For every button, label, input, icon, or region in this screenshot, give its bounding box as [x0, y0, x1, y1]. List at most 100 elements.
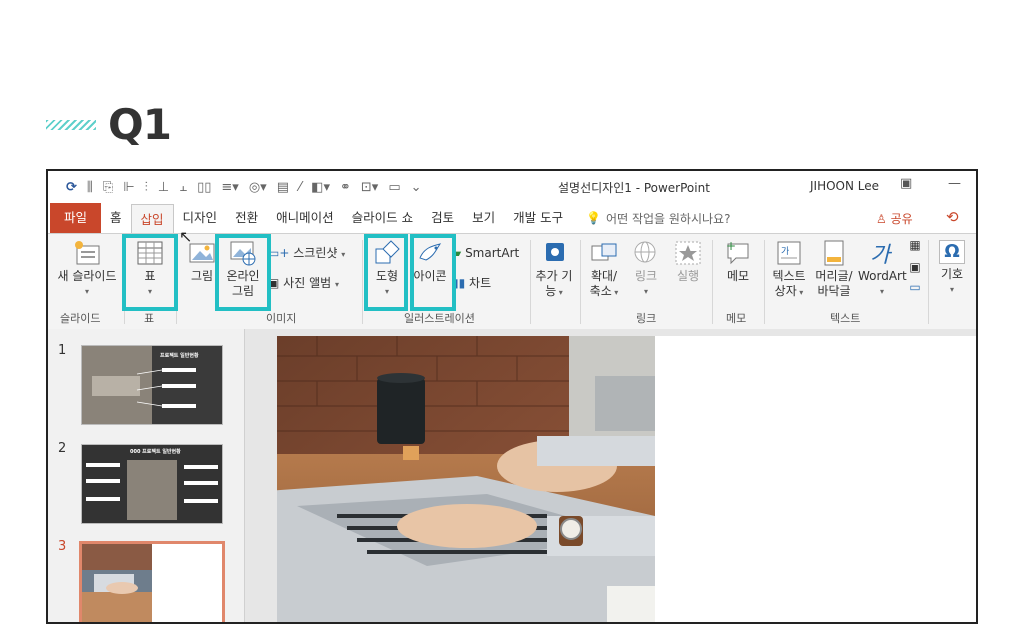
slide-editing-area	[245, 329, 976, 622]
chevron-down-icon: ▾	[611, 288, 619, 297]
group-label-images: 이미지	[266, 312, 297, 325]
addins-label-1: 추가 기	[535, 269, 573, 283]
smartart-button[interactable]: ▰ SmartArt	[452, 246, 524, 261]
new-slide-icon	[73, 240, 101, 266]
link-button[interactable]: 링크 ▾	[626, 240, 666, 299]
smartart-label: SmartArt	[465, 246, 520, 260]
current-slide[interactable]	[277, 336, 976, 622]
question-title: Q1	[108, 100, 172, 149]
slide-number: 2	[58, 441, 67, 456]
picture-icon[interactable]: ⊡▾	[361, 180, 378, 195]
textbox-label-1: 텍스트	[772, 269, 806, 283]
symbol-label: 기호	[940, 267, 964, 281]
customize-icon[interactable]: ⌄	[411, 180, 422, 195]
chevron-down-icon: ▾	[879, 287, 884, 296]
tell-me-box[interactable]: 💡 어떤 작업을 원하시나요?	[586, 210, 730, 227]
chart-label: 차트	[469, 276, 492, 290]
comment-icon: +	[724, 239, 752, 266]
screenshot-label: 스크린샷	[293, 246, 338, 260]
group-label-text: 텍스트	[830, 312, 861, 325]
restore-window-icon[interactable]: ▣	[900, 176, 912, 191]
tab-slideshow[interactable]: 슬라이드 쇼	[343, 203, 422, 233]
group-separator	[928, 240, 929, 324]
slide-thumbnail-2[interactable]: 000 프로젝트 일반현황	[81, 444, 223, 524]
date-time-icon[interactable]: ▦	[906, 238, 924, 253]
textbox-icon[interactable]: ▭	[388, 180, 400, 195]
align-icon[interactable]: ⫼	[87, 180, 93, 195]
tell-me-text: 어떤 작업을 원하시나요?	[606, 211, 731, 226]
screenshot-button[interactable]: ▭+ 스크린샷 ▾	[268, 246, 358, 262]
group-separator	[764, 240, 765, 324]
chevron-down-icon: ▾	[643, 287, 648, 296]
addins-label-2: 능	[545, 284, 557, 298]
tab-transitions[interactable]: 전환	[226, 203, 267, 233]
wordart-label: WordArt	[858, 269, 907, 283]
ribbon-insert: 새 슬라이드 ▾ 표 ▾ 그림 온라인 그림 ▭+ 스크린샷 ▾ ▣ 사진 앨범…	[48, 227, 976, 330]
minimize-window-icon[interactable]: —	[948, 176, 961, 191]
shape-icon[interactable]: ◎▾	[249, 180, 267, 195]
chevron-down-icon: ▾	[84, 287, 89, 296]
list-icon[interactable]: ≡▾	[221, 180, 238, 195]
laptop-photo[interactable]	[277, 336, 655, 622]
action-button[interactable]: 실행	[668, 240, 708, 284]
paste-icon[interactable]: ⎘	[103, 180, 113, 195]
photo-album-button[interactable]: ▣ 사진 앨범 ▾	[268, 276, 358, 292]
tab-developer[interactable]: 개발 도구	[504, 203, 572, 233]
photo-album-label: 사진 앨범	[283, 276, 332, 290]
tab-home[interactable]: 홈	[101, 203, 131, 233]
history-icon[interactable]: ⟲	[946, 208, 959, 226]
zoom-button[interactable]: 확대/ 축소 ▾	[584, 240, 624, 300]
columns-icon[interactable]: ▯▯	[197, 180, 211, 195]
textbox-button[interactable]: 가 텍스트 상자 ▾	[768, 240, 810, 300]
align-center-icon[interactable]: ⊥	[158, 180, 169, 195]
chevron-down-icon: ▾	[556, 288, 563, 297]
symbol-button[interactable]: Ω 기호 ▾	[932, 240, 972, 297]
align-middle-icon[interactable]: ⫠	[179, 180, 187, 195]
hatch-decoration	[46, 119, 96, 130]
save-icon[interactable]: ⟳	[66, 180, 77, 195]
lightbulb-icon: 💡	[586, 211, 602, 225]
svg-text:+: +	[726, 240, 736, 253]
comment-button[interactable]: + 메모	[716, 239, 760, 284]
svg-text:가: 가	[870, 243, 893, 266]
tab-file[interactable]: 파일	[50, 203, 102, 233]
tab-view[interactable]: 보기	[463, 203, 504, 233]
brush-icon[interactable]: ⁄	[299, 180, 301, 195]
tab-animations[interactable]: 애니메이션	[267, 203, 343, 233]
user-name[interactable]: JIHOON Lee	[810, 179, 879, 193]
link-icon[interactable]: ⚭	[340, 180, 351, 195]
format-icon[interactable]: ⊩	[123, 180, 134, 195]
group-separator	[362, 240, 363, 324]
chart-button[interactable]: ▮▮ 차트	[452, 276, 524, 291]
addins-button[interactable]: 추가 기 능 ▾	[532, 240, 576, 300]
omega-icon: Ω	[939, 240, 965, 264]
header-footer-label-1: 머리글/	[815, 269, 853, 283]
wordart-icon: 가	[868, 240, 896, 268]
cursor-icon: ↖	[179, 227, 193, 246]
slide-number-icon[interactable]: ▣	[906, 260, 924, 275]
chevron-down-icon: ▾	[341, 250, 346, 259]
slide-thumbnail-1[interactable]: 프로젝트 일반현황	[81, 345, 223, 425]
slide-1-title: 프로젝트 일반현황	[160, 353, 199, 359]
share-button[interactable]: ♙ 공유	[876, 210, 913, 227]
share-label: 공유	[890, 212, 913, 226]
header-footer-button[interactable]: 머리글/ 바닥글	[810, 240, 858, 299]
slide-thumbnails-pane: 1 프로젝트 일반현황 2 000 프로젝트 일반현황 3	[48, 329, 245, 622]
group-label-table: 표	[144, 312, 155, 325]
doc-icon[interactable]: ▤	[277, 180, 289, 195]
slide-thumbnail-3[interactable]	[79, 541, 225, 622]
highlight-online-picture	[215, 234, 271, 311]
chevron-down-icon: ▾	[796, 288, 804, 297]
distribute-icon[interactable]: ⫶	[145, 180, 148, 195]
tab-insert[interactable]: 삽입	[130, 204, 174, 234]
powerpoint-window: ⟳ ⫼ ⎘ ⊩ ⫶ ⊥ ⫠ ▯▯ ≡▾ ◎▾ ▤ ⁄ ◧▾ ⚭ ⊡▾ ▭ ⌄ 설…	[46, 169, 978, 624]
new-slide-button[interactable]: 새 슬라이드 ▾	[52, 240, 122, 299]
layout-icon[interactable]: ◧▾	[311, 180, 330, 195]
object-icon[interactable]: ▭	[906, 280, 924, 295]
wordart-button[interactable]: 가 WordArt ▾	[858, 240, 907, 299]
tab-review[interactable]: 검토	[422, 203, 463, 233]
group-label-links: 링크	[636, 312, 657, 325]
group-label-comments: 메모	[726, 312, 747, 325]
new-slide-label: 새 슬라이드	[57, 269, 117, 283]
store-icon	[540, 240, 568, 266]
